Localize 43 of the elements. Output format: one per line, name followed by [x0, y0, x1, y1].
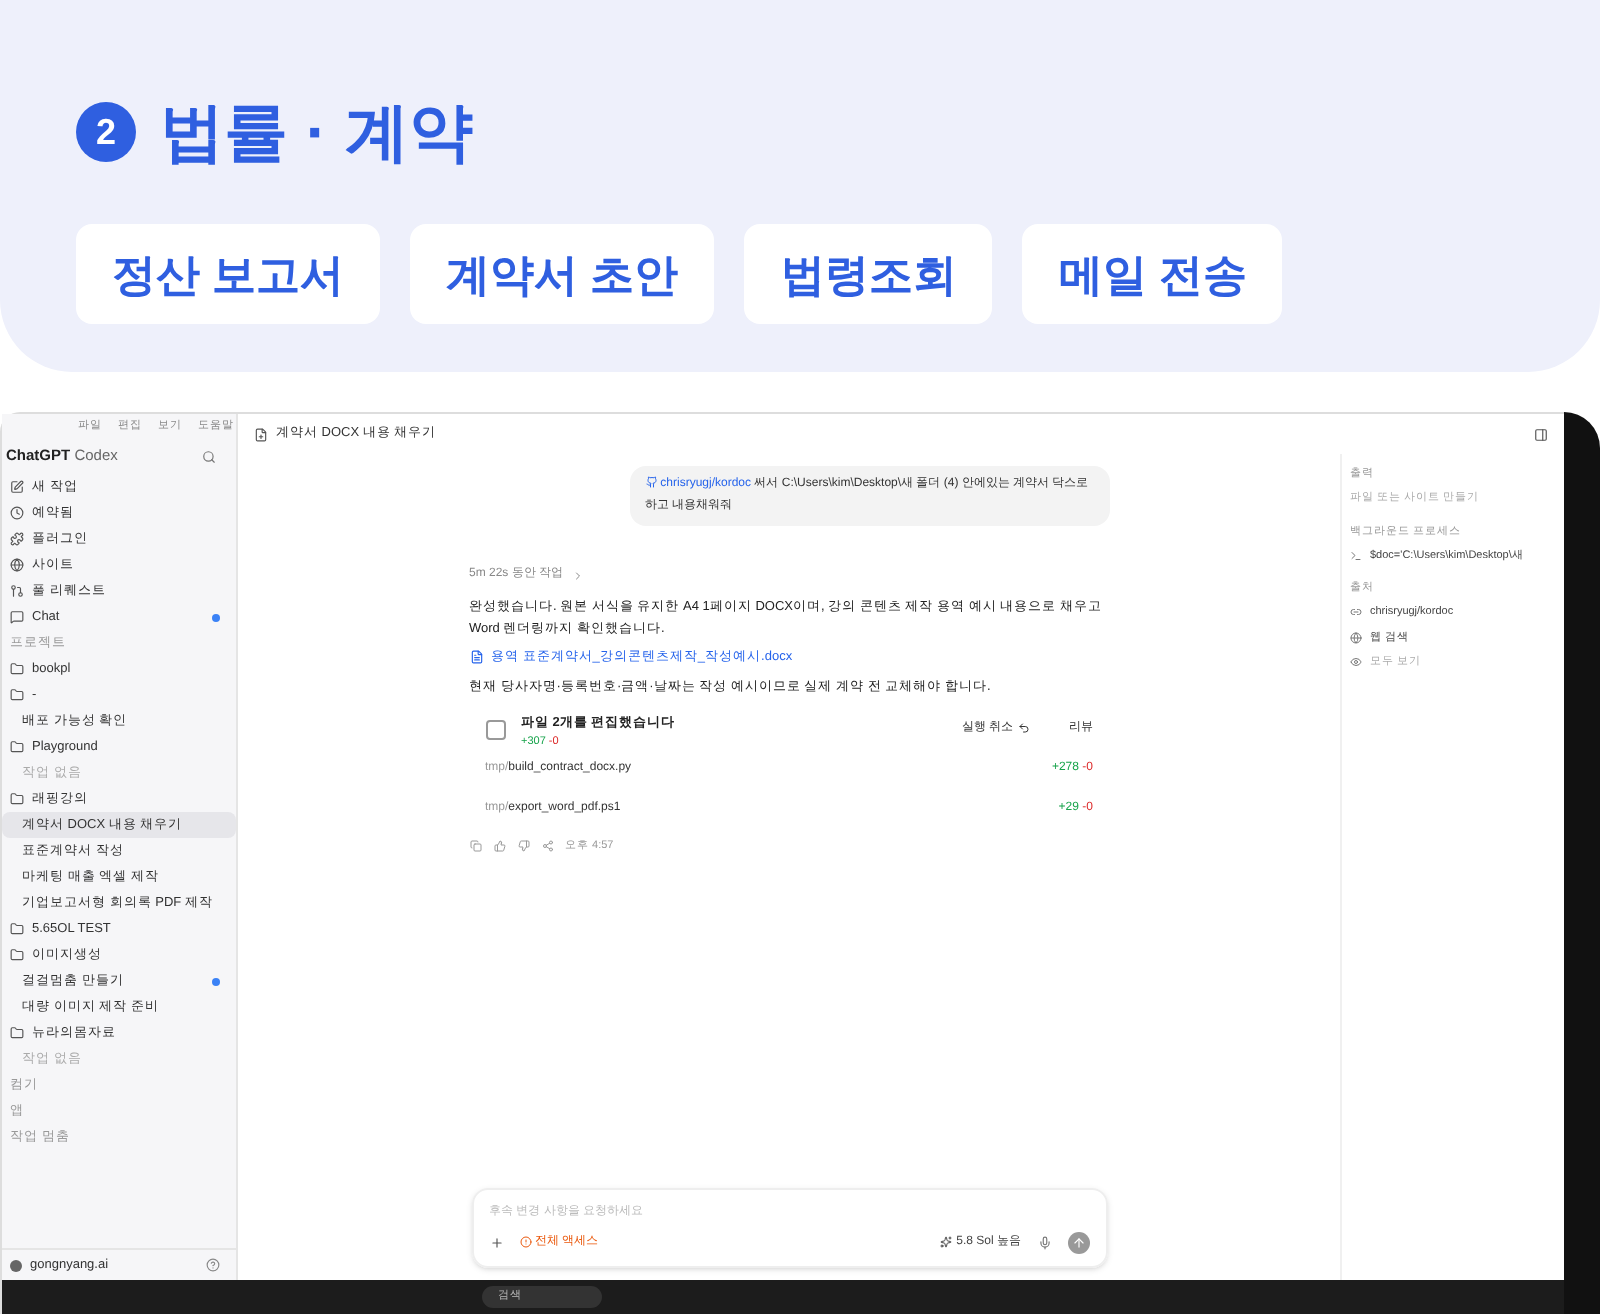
link-icon — [1350, 606, 1362, 619]
folder-icon — [10, 922, 24, 936]
nav-icon — [10, 480, 24, 494]
diff-icon — [485, 719, 505, 740]
tag-chip: 법령조회 — [744, 224, 993, 324]
tag-chip: 정산 보고서 — [76, 224, 381, 324]
folder-icon — [10, 948, 24, 962]
folder-icon — [10, 688, 24, 702]
search-icon[interactable] — [202, 449, 216, 463]
copy-icon[interactable] — [469, 839, 481, 852]
alert-icon — [519, 1236, 531, 1248]
eye-icon — [1350, 655, 1362, 668]
share-icon[interactable] — [541, 839, 553, 852]
terminal-icon — [1350, 549, 1362, 562]
nav-icon — [10, 558, 24, 572]
send-button[interactable] — [1067, 1231, 1089, 1253]
thread-icon — [254, 427, 268, 441]
folder-icon — [10, 662, 24, 676]
thumbs-up-icon[interactable] — [493, 839, 505, 852]
help-icon[interactable] — [206, 1258, 220, 1272]
nav-icon — [10, 584, 24, 598]
chevron-icon[interactable] — [571, 569, 584, 581]
folder-icon — [10, 792, 24, 806]
folder-icon — [10, 740, 24, 754]
nav-icon — [10, 532, 24, 546]
tag-chip: 계약서 초안 — [410, 224, 715, 324]
nav-icon — [10, 506, 24, 520]
add-icon[interactable] — [489, 1235, 503, 1249]
document-icon — [469, 650, 483, 665]
sparkle-icon — [940, 1236, 953, 1248]
step-number: 2 — [76, 102, 136, 162]
folder-icon — [10, 1026, 24, 1040]
nav-icon — [10, 610, 24, 624]
mic-icon[interactable] — [1037, 1235, 1051, 1249]
arrow-up-icon — [1071, 1235, 1085, 1249]
globe-icon — [1350, 631, 1362, 644]
avatar — [10, 1259, 22, 1271]
panel-toggle-icon[interactable] — [1534, 427, 1548, 441]
repo-icon — [645, 476, 657, 489]
section-title: 법률 · 계약 — [160, 94, 473, 172]
undo-icon — [1017, 722, 1029, 735]
thumbs-down-icon[interactable] — [517, 839, 529, 852]
tag-chip: 메일 전송 — [1022, 224, 1283, 324]
